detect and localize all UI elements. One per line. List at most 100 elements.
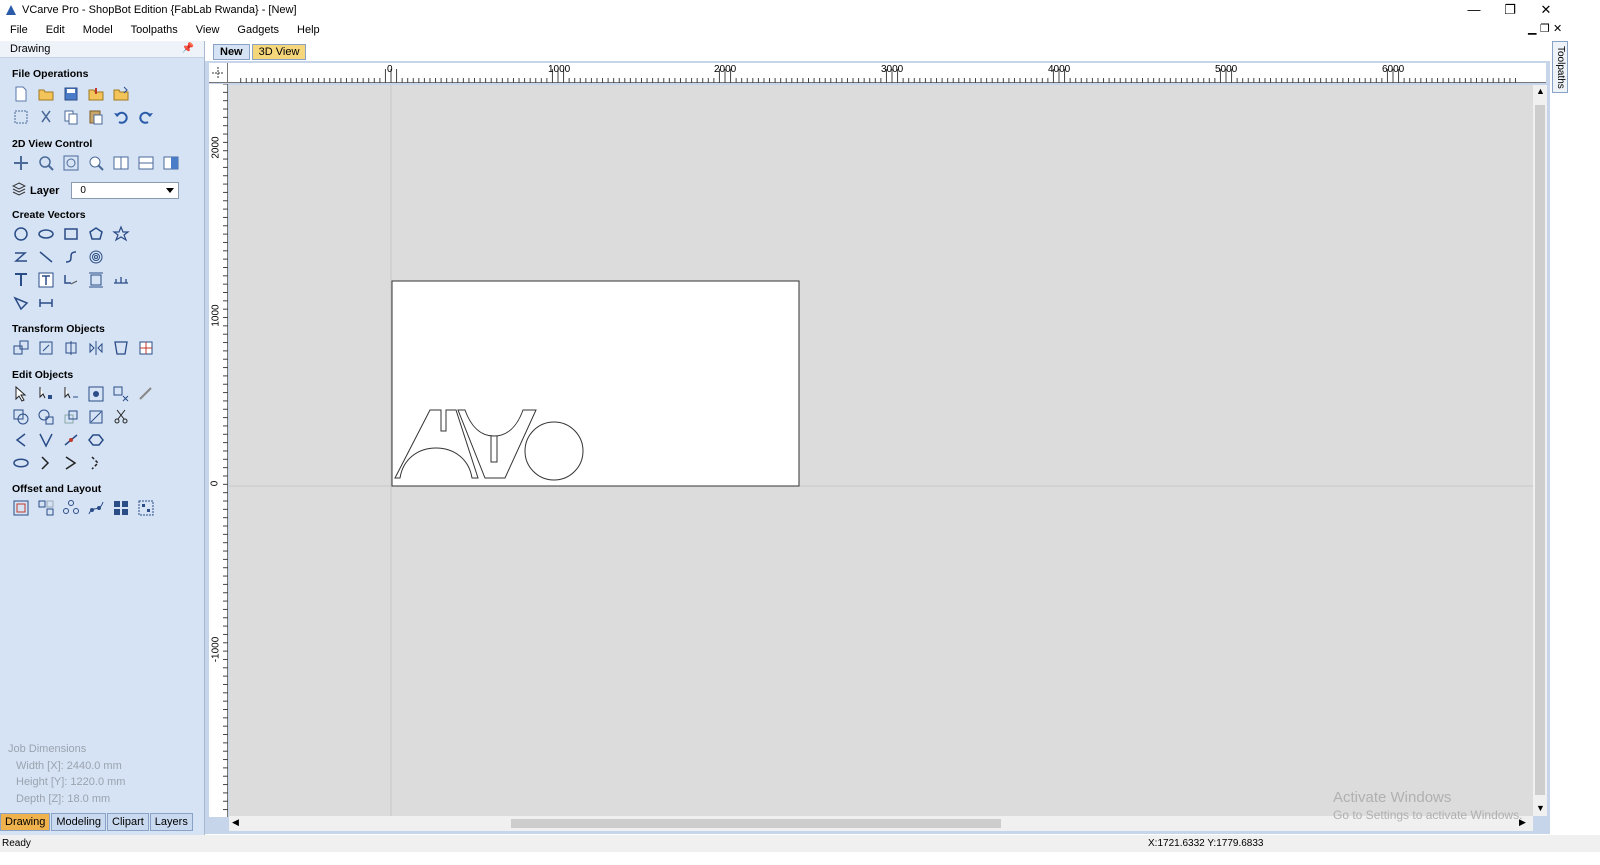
circle-icon[interactable] (11, 224, 31, 244)
mirror-icon[interactable] (86, 338, 106, 358)
undo-icon[interactable] (111, 107, 131, 127)
smooth-icon[interactable] (86, 430, 106, 450)
subtract-icon[interactable] (36, 407, 56, 427)
node-edit-arrow-icon[interactable] (36, 384, 56, 404)
menu-edit[interactable]: Edit (36, 24, 73, 36)
menu-file[interactable]: File (0, 24, 36, 36)
menu-model[interactable]: Model (73, 24, 121, 36)
align-icon[interactable] (136, 338, 156, 358)
scissors-icon[interactable] (111, 407, 131, 427)
weld-icon[interactable] (11, 407, 31, 427)
arc-icon[interactable] (36, 247, 56, 267)
text-on-curve-icon[interactable] (61, 270, 81, 290)
rotate-icon[interactable] (61, 338, 81, 358)
vertical-scrollbar[interactable]: ▲ ▼ (1533, 85, 1547, 816)
interactive-select-icon[interactable] (86, 384, 106, 404)
move-icon[interactable] (11, 338, 31, 358)
scroll-left-icon[interactable]: ◀ (232, 817, 239, 828)
star-icon[interactable] (111, 224, 131, 244)
measure-icon[interactable] (111, 270, 131, 290)
fillet-icon[interactable] (86, 407, 106, 427)
section-edit-objects: Edit Objects (12, 369, 74, 381)
view-split-icon[interactable] (111, 153, 131, 173)
break-vector-icon[interactable] (86, 453, 106, 473)
pan-icon[interactable] (11, 153, 31, 173)
menu-toolpaths[interactable]: Toolpaths (121, 24, 186, 36)
export-icon[interactable] (111, 84, 131, 104)
layer-select[interactable]: 0 (71, 182, 180, 199)
zoom-selection-icon[interactable] (86, 153, 106, 173)
rectangle-icon[interactable] (61, 224, 81, 244)
new-file-icon[interactable] (11, 84, 31, 104)
mdi-close-icon[interactable]: ✕ (1553, 22, 1562, 35)
view-horizontal-icon[interactable] (136, 153, 156, 173)
knife-icon[interactable] (136, 384, 156, 404)
tab-3d-view[interactable]: 3D View (251, 44, 307, 60)
menu-help[interactable]: Help (287, 24, 328, 36)
layer-row: Layer 0 (11, 182, 180, 199)
chamfer-icon[interactable] (11, 430, 31, 450)
select-all-icon[interactable] (11, 107, 31, 127)
spiral-icon[interactable] (86, 247, 106, 267)
nesting-icon[interactable] (111, 498, 131, 518)
import-icon[interactable] (86, 84, 106, 104)
trim-icon[interactable] (111, 384, 131, 404)
drawing-canvas[interactable] (229, 85, 1533, 816)
curve-icon[interactable] (61, 247, 81, 267)
drawing-canvas-svg (229, 85, 1533, 816)
open-vector-icon[interactable] (61, 453, 81, 473)
zoom-icon[interactable] (36, 153, 56, 173)
mdi-restore-icon[interactable]: ❐ (1540, 22, 1550, 35)
node-edit-icon[interactable] (11, 293, 31, 313)
scroll-up-icon[interactable]: ▲ (1536, 86, 1545, 96)
text-box-icon[interactable] (36, 270, 56, 290)
view-3d-icon[interactable] (161, 153, 181, 173)
circular-array-icon[interactable] (61, 498, 81, 518)
menu-gadgets[interactable]: Gadgets (227, 24, 287, 36)
extend-icon[interactable] (36, 430, 56, 450)
array-copy-icon[interactable] (36, 498, 56, 518)
tab-layers[interactable]: Layers (149, 813, 193, 831)
text-icon[interactable] (11, 270, 31, 290)
open-file-icon[interactable] (36, 84, 56, 104)
menu-view[interactable]: View (186, 24, 228, 36)
copy-icon[interactable] (61, 107, 81, 127)
vertical-scroll-thumb[interactable] (1535, 105, 1545, 795)
paste-icon[interactable] (86, 107, 106, 127)
transform-arrow-icon[interactable] (61, 384, 81, 404)
close-vector-icon[interactable] (36, 453, 56, 473)
select-arrow-icon[interactable] (11, 384, 31, 404)
close-button[interactable]: ✕ (1528, 0, 1564, 19)
horizontal-scroll-thumb[interactable] (511, 819, 1001, 828)
save-file-icon[interactable] (61, 84, 81, 104)
tab-clipart[interactable]: Clipart (107, 813, 149, 831)
scroll-down-icon[interactable]: ▼ (1536, 803, 1545, 813)
pin-icon[interactable]: 📌 (182, 43, 194, 54)
tab-new[interactable]: New (213, 44, 250, 60)
material-sheet[interactable] (391, 280, 800, 487)
tab-drawing[interactable]: Drawing (0, 813, 51, 831)
intersect-icon[interactable] (61, 407, 81, 427)
copy-along-vector-icon[interactable] (86, 498, 106, 518)
polygon-icon[interactable] (86, 224, 106, 244)
dimension-icon[interactable] (86, 270, 106, 290)
auto-layout-icon[interactable] (136, 498, 156, 518)
distort-icon[interactable] (111, 338, 131, 358)
cut-icon[interactable] (36, 107, 56, 127)
mdi-minimize-icon[interactable]: ▁ (1528, 22, 1536, 35)
redo-icon[interactable] (136, 107, 156, 127)
ellipse-icon[interactable] (36, 224, 56, 244)
toolpaths-side-tab[interactable]: Toolpaths (1552, 41, 1568, 93)
tab-modeling[interactable]: Modeling (51, 813, 106, 831)
minimize-button[interactable]: — (1456, 0, 1492, 19)
curve-fit-icon[interactable] (11, 453, 31, 473)
join-icon[interactable] (61, 430, 81, 450)
ruler-corner[interactable] (209, 63, 228, 83)
restore-button[interactable]: ❐ (1492, 0, 1528, 19)
job-dimensions: Job Dimensions Width [X]: 2440.0 mm Heig… (8, 741, 125, 807)
offset-icon[interactable] (11, 498, 31, 518)
zoom-all-icon[interactable] (61, 153, 81, 173)
polyline-icon[interactable] (11, 247, 31, 267)
dimension-line-icon[interactable] (36, 293, 56, 313)
scale-icon[interactable] (36, 338, 56, 358)
